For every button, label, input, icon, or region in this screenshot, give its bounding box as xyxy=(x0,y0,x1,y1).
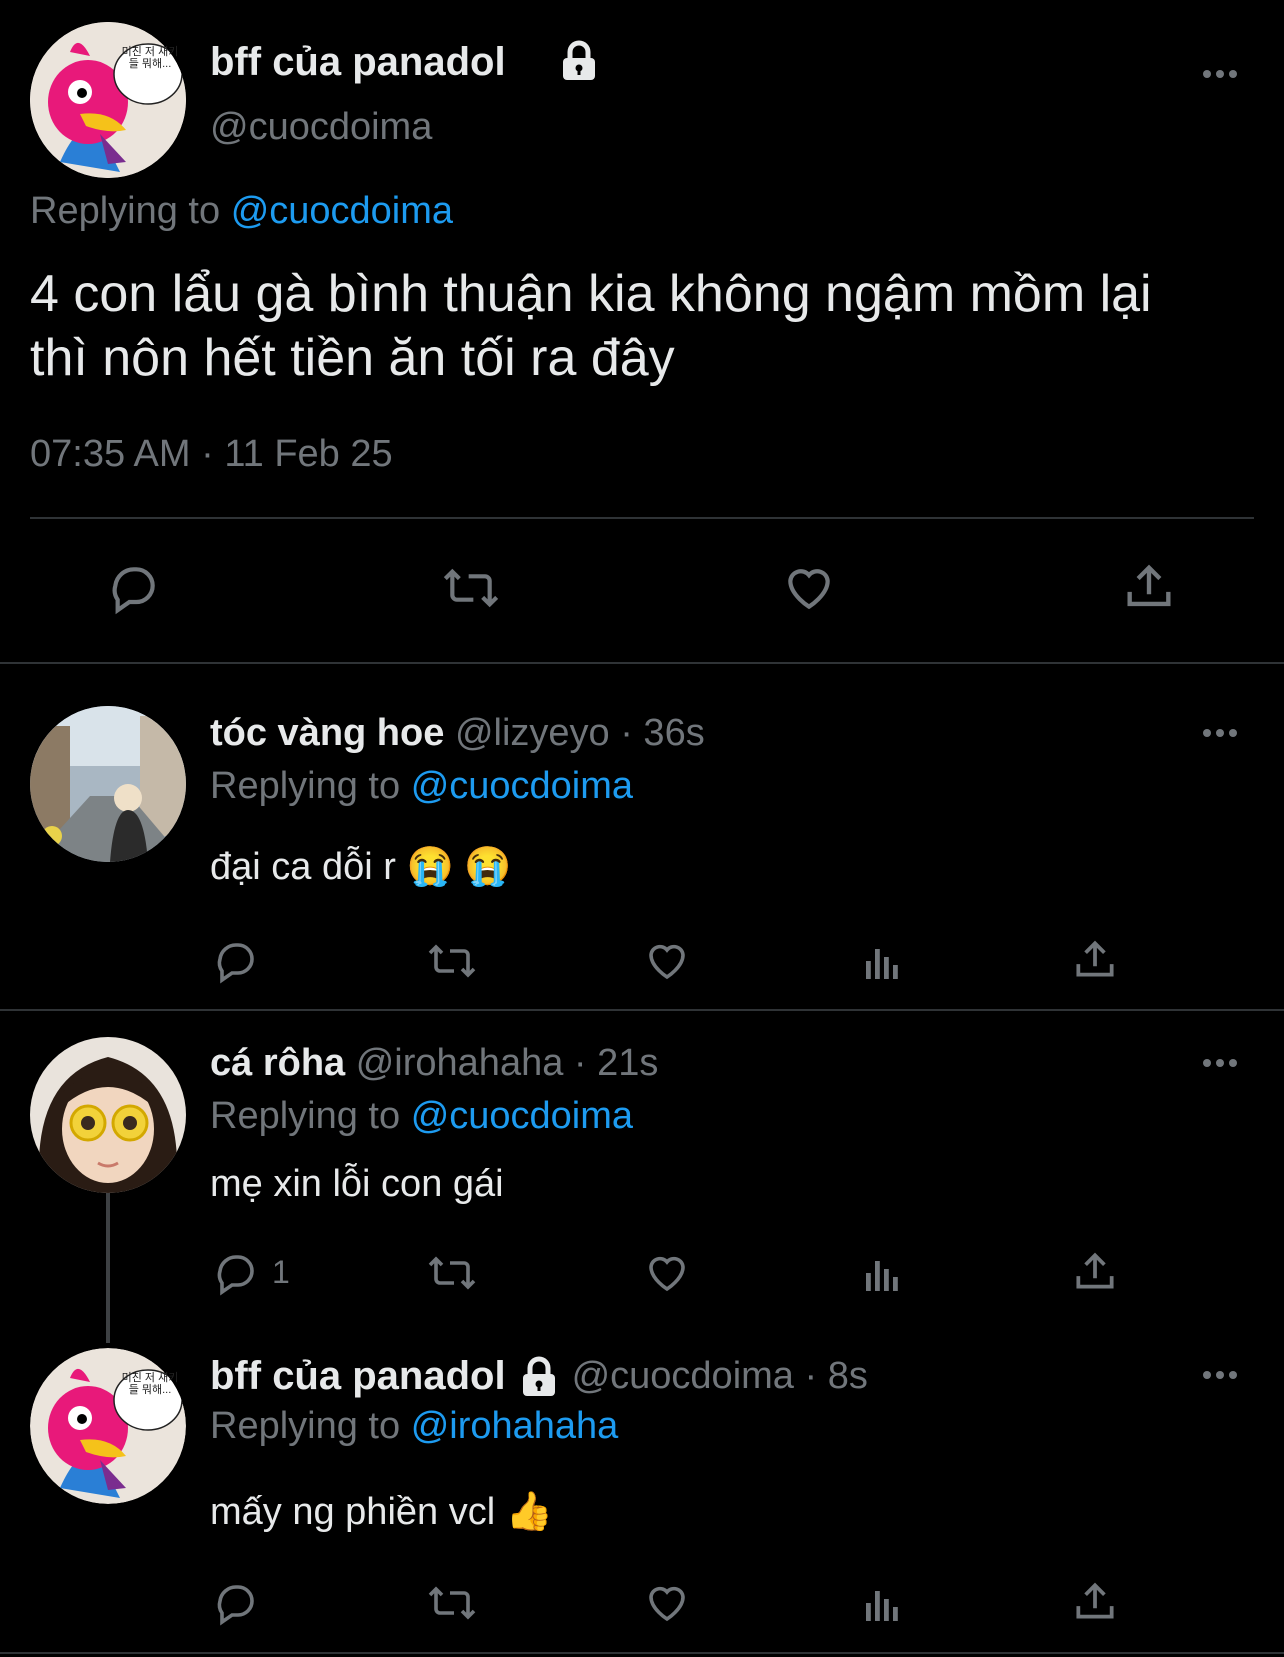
reply-1-header: tóc vàng hoe @lizyeyo · 36s xyxy=(210,712,705,755)
avatar-bubble-text: 미친 저 새키들 뭐해... xyxy=(121,46,179,70)
more-options-icon[interactable] xyxy=(1203,1371,1237,1379)
replying-to-label: Replying to xyxy=(30,190,221,232)
reply-icon[interactable] xyxy=(212,1579,260,1627)
retweet-icon[interactable] xyxy=(424,1579,480,1627)
reply-2-name[interactable]: cá rôha xyxy=(210,1042,345,1084)
section-divider xyxy=(0,662,1284,664)
like-icon[interactable] xyxy=(642,937,692,985)
reply-3-header: bff của panadol @cuocdoima · 8s xyxy=(210,1354,868,1399)
share-icon[interactable] xyxy=(1120,558,1178,616)
author-name[interactable]: bff của panadol xyxy=(210,40,506,85)
reply-count: 1 xyxy=(272,1254,290,1290)
avatar-reply-1[interactable] xyxy=(30,706,186,862)
share-icon[interactable] xyxy=(1070,1577,1120,1627)
share-icon[interactable] xyxy=(1070,1247,1120,1297)
analytics-icon[interactable] xyxy=(858,1579,906,1627)
tweet-text-line-2: thì nôn hết tiền ăn tối ra đây xyxy=(30,329,675,387)
like-icon[interactable] xyxy=(642,1249,692,1297)
reply-3-handle-time[interactable]: @cuocdoima · 8s xyxy=(572,1355,868,1398)
avatar-bubble-text: 미친 저 새키들 뭐해... xyxy=(121,1372,179,1396)
reply-icon[interactable] xyxy=(106,560,162,616)
retweet-icon[interactable] xyxy=(438,560,504,616)
replying-to-link[interactable]: @irohahaha xyxy=(411,1405,619,1447)
reply-3-name[interactable]: bff của panadol xyxy=(210,1354,506,1399)
lock-icon xyxy=(558,40,600,82)
divider xyxy=(30,517,1254,519)
replying-to-link[interactable]: @cuocdoima xyxy=(231,190,453,232)
replying-to-label: Replying to xyxy=(210,765,401,807)
reply-1-text: đại ca dỗi r 😭 😭 xyxy=(210,846,512,888)
section-divider xyxy=(0,1652,1284,1654)
reply-2-text: mẹ xin lỗi con gái xyxy=(210,1163,504,1205)
analytics-icon[interactable] xyxy=(858,1249,906,1297)
replying-to-link[interactable]: @cuocdoima xyxy=(411,765,633,807)
reply-icon[interactable] xyxy=(212,1249,260,1297)
like-icon[interactable] xyxy=(780,560,838,616)
reply-2-handle-time[interactable]: @irohahaha · 21s xyxy=(356,1042,659,1084)
retweet-icon[interactable] xyxy=(424,1249,480,1297)
thread-connector xyxy=(106,1193,110,1343)
replying-to-label: Replying to xyxy=(210,1405,401,1447)
more-options-icon[interactable] xyxy=(1203,729,1237,737)
author-handle[interactable]: @cuocdoima xyxy=(210,106,432,149)
like-icon[interactable] xyxy=(642,1579,692,1627)
section-divider xyxy=(0,1009,1284,1011)
more-options-icon[interactable] xyxy=(1203,1059,1237,1067)
reply-2-replying-to: Replying to @cuocdoima xyxy=(210,1095,633,1138)
replying-to-line: Replying to @cuocdoima xyxy=(30,190,453,233)
replying-to-link[interactable]: @cuocdoima xyxy=(411,1095,633,1137)
tweet-text: 4 con lẩu gà bình thuận kia không ngậm m… xyxy=(30,262,1152,390)
tweet-timestamp: 07:35 AM · 11 Feb 25 xyxy=(30,433,393,475)
avatar-reply-2[interactable] xyxy=(30,1037,186,1193)
lock-icon xyxy=(518,1356,560,1398)
reply-2-header: cá rôha @irohahaha · 21s xyxy=(210,1042,658,1085)
reply-1-replying-to: Replying to @cuocdoima xyxy=(210,765,633,808)
reply-1-handle-time[interactable]: @lizyeyo · 36s xyxy=(455,712,705,754)
analytics-icon[interactable] xyxy=(858,937,906,985)
retweet-icon[interactable] xyxy=(424,937,480,985)
reply-icon[interactable] xyxy=(212,937,260,985)
reply-3-text: mấy ng phiền vcl 👍 xyxy=(210,1491,554,1533)
share-icon[interactable] xyxy=(1070,935,1120,985)
tweet-text-line-1: 4 con lẩu gà bình thuận kia không ngậm m… xyxy=(30,265,1152,323)
replying-to-label: Replying to xyxy=(210,1095,401,1137)
more-options-icon[interactable] xyxy=(1203,70,1237,78)
reply-3-replying-to: Replying to @irohahaha xyxy=(210,1405,618,1448)
reply-1-name[interactable]: tóc vàng hoe xyxy=(210,712,444,754)
